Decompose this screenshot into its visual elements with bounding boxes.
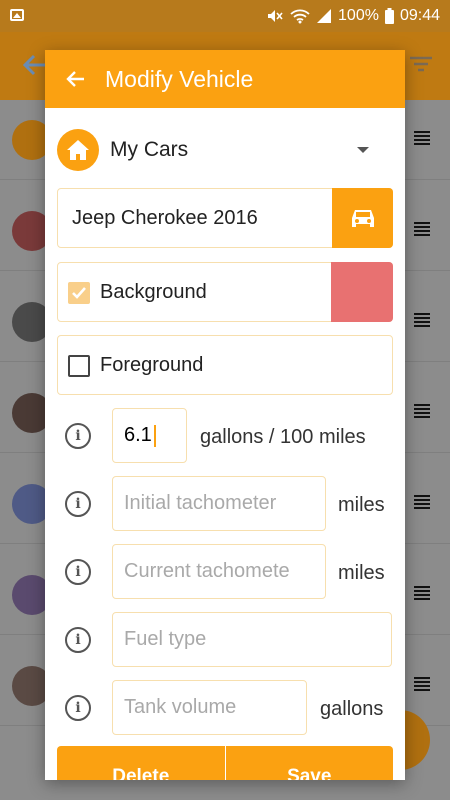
group-label: My Cars bbox=[110, 138, 189, 161]
initial-tachometer-input[interactable]: Initial tachometer bbox=[112, 476, 326, 531]
delete-button[interactable]: Delete bbox=[57, 746, 226, 780]
group-selector[interactable]: My Cars bbox=[57, 126, 387, 174]
text-cursor bbox=[153, 424, 156, 447]
background-label: Background bbox=[100, 281, 207, 303]
battery-percent: 100% bbox=[338, 7, 379, 24]
chevron-down-icon bbox=[357, 147, 369, 153]
save-button[interactable]: Save bbox=[225, 746, 393, 780]
info-icon[interactable]: i bbox=[65, 423, 91, 449]
consumption-input[interactable]: 6.1 bbox=[112, 408, 187, 463]
back-button[interactable] bbox=[45, 50, 105, 108]
vehicle-icon-button[interactable] bbox=[332, 188, 393, 248]
wifi-icon bbox=[290, 8, 310, 24]
current-tachometer-unit: miles bbox=[338, 562, 385, 584]
drag-handle-icon bbox=[414, 222, 430, 236]
drag-handle-icon bbox=[414, 404, 430, 418]
consumption-unit: gallons / 100 miles bbox=[200, 426, 366, 448]
battery-icon bbox=[384, 8, 394, 24]
foreground-color-field[interactable]: Foreground bbox=[57, 335, 393, 395]
mute-icon bbox=[266, 8, 284, 24]
consumption-value: 6.1 bbox=[124, 424, 152, 446]
tank-volume-unit: gallons bbox=[320, 698, 384, 720]
check-icon bbox=[72, 287, 86, 299]
drag-handle-icon bbox=[414, 495, 430, 509]
gallery-notification-icon bbox=[10, 9, 24, 21]
home-icon bbox=[57, 129, 99, 171]
drag-handle-icon bbox=[414, 677, 430, 691]
tank-volume-input[interactable]: Tank volume bbox=[112, 680, 307, 735]
modify-vehicle-dialog: Modify Vehicle My Cars Jeep Cherokee 201… bbox=[45, 50, 405, 780]
arrow-left-icon bbox=[66, 71, 84, 87]
background-checkbox[interactable] bbox=[68, 282, 90, 304]
background-filter-icon bbox=[410, 56, 432, 77]
dialog-header: Modify Vehicle bbox=[45, 50, 405, 108]
background-color-field[interactable]: Background bbox=[57, 262, 393, 322]
dialog-title: Modify Vehicle bbox=[105, 65, 254, 92]
foreground-label: Foreground bbox=[100, 354, 204, 376]
vehicle-name-value: Jeep Cherokee 2016 bbox=[72, 207, 258, 229]
info-icon[interactable]: i bbox=[65, 627, 91, 653]
status-bar: 100% 09:44 bbox=[0, 0, 450, 32]
signal-icon bbox=[316, 8, 332, 24]
car-icon bbox=[351, 210, 374, 227]
vehicle-name-field[interactable]: Jeep Cherokee 2016 bbox=[57, 188, 393, 248]
current-tachometer-input[interactable]: Current tachomete bbox=[112, 544, 326, 599]
clock: 09:44 bbox=[399, 7, 440, 24]
foreground-checkbox[interactable] bbox=[68, 355, 90, 377]
fuel-type-input[interactable]: Fuel type bbox=[112, 612, 392, 667]
info-icon[interactable]: i bbox=[65, 559, 91, 585]
drag-handle-icon bbox=[414, 131, 430, 145]
info-icon[interactable]: i bbox=[65, 491, 91, 517]
initial-tachometer-unit: miles bbox=[338, 494, 385, 516]
info-icon[interactable]: i bbox=[65, 695, 91, 721]
background-color-swatch[interactable] bbox=[331, 262, 393, 322]
drag-handle-icon bbox=[414, 313, 430, 327]
drag-handle-icon bbox=[414, 586, 430, 600]
dialog-actions: Delete Save bbox=[57, 746, 393, 780]
